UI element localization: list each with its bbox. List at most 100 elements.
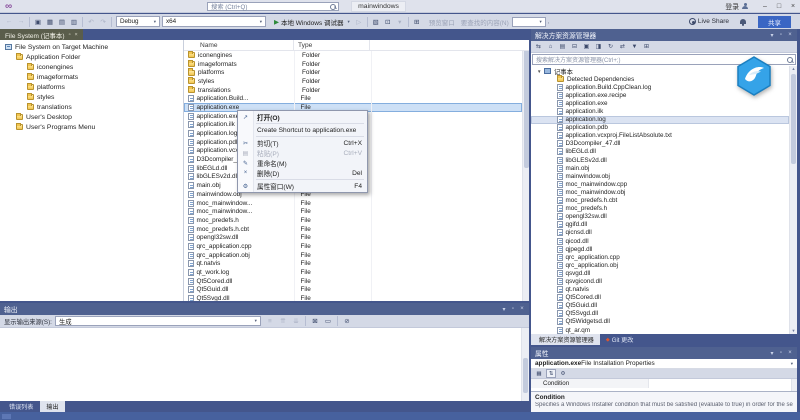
moc_mainwindow...[interactable]: moc_mainwindow... File [184,207,522,216]
fs-tree-item[interactable]: platforms [0,82,183,92]
show-all-files-icon[interactable]: ▤ [557,42,568,52]
menu-item-cut[interactable]: ✂ 剪切(T) Ctrl+X [238,138,367,149]
solution-tree-item[interactable]: main.obj [531,164,789,172]
output-scrollbar[interactable] [521,328,529,401]
window-position-icon[interactable]: ▾ [501,306,507,313]
solution-tree-item[interactable]: qrc_application.cpp [531,253,789,261]
stop-monitoring-icon[interactable]: ⊘ [341,316,353,327]
qrc_application.cpp[interactable]: qrc_application.cpp File [184,242,522,251]
Qt5Guid.dll[interactable]: Qt5Guid.dll File [184,286,522,295]
column-header-type[interactable]: Type [294,40,370,51]
solution-tree-item[interactable]: qgifd.dll [531,221,789,229]
window-position-icon[interactable]: ▾ [769,350,775,357]
word-wrap-icon[interactable]: ▭ [322,316,334,327]
sign-in-button[interactable]: 登录 [725,1,748,11]
undo-icon[interactable]: ↶ [85,16,97,27]
application.Build...[interactable]: application.Build... File [184,94,522,103]
filter-icon[interactable]: ▼ [629,42,640,52]
fs-tree-item[interactable]: User's Programs Menu [0,122,183,132]
solution-tree-item[interactable]: Qt5Widgetsd.dll [531,318,789,326]
moc_predefs.h.cbt[interactable]: moc_predefs.h.cbt File [184,225,522,234]
fs-tree-item[interactable]: File System on Target Machine [0,42,183,52]
next-message-icon[interactable]: ⇊ [290,316,302,327]
start-debugging-button[interactable]: ▶ 本地 Windows 调试器 [271,16,353,28]
solution-configuration-select[interactable]: Debug [116,16,160,27]
new-project-icon[interactable]: ▣ [32,16,44,27]
toolbar-icon[interactable] [336,316,338,326]
fs-tree-item[interactable]: styles [0,92,183,102]
share-button[interactable]: 共享 [758,15,791,28]
clear-all-icon[interactable]: ⊠ [309,316,321,327]
menu-item-create-shortcut[interactable]: Create Shortcut to application.exe [238,125,367,135]
solution-tree-item[interactable]: D3Dcompiler_47.dll [531,140,789,148]
toolbar-icon[interactable] [407,16,409,27]
solution-tree-item[interactable]: qt_ar.qm [531,326,789,334]
messages-icon[interactable]: ≡ [264,316,276,327]
opengl32sw.dll[interactable]: opengl32sw.dll File [184,233,522,242]
solution-tree-item[interactable]: Qt5Cored.dll [531,294,789,302]
solution-tree-item[interactable]: Qt5Guid.dll [531,302,789,310]
moc_predefs.h[interactable]: moc_predefs.h File [184,216,522,225]
fs-tree-item[interactable]: Application Folder [0,52,183,62]
solution-tree-item[interactable]: qt.natvis [531,286,789,294]
close-button[interactable]: × [786,0,800,13]
tab-error-list[interactable]: 错误列表 [3,401,39,412]
menu-item-open[interactable]: ↗ 打开(O) [238,112,367,123]
tab-file-system[interactable]: File System (记事本) ▫ × [0,29,83,40]
styles[interactable]: styles Folder [184,76,522,86]
properties-object-select[interactable]: application.exe File Installation Proper… [531,359,797,369]
alphabetical-icon[interactable]: ⇅ [546,369,556,378]
fs-tree-item[interactable]: User's Desktop [0,112,183,122]
column-header-name[interactable]: Name [184,40,294,51]
toolbar-icon[interactable] [82,16,83,27]
platforms[interactable]: platforms Folder [184,68,522,77]
toolbar-icon[interactable] [366,16,368,27]
moc_mainwindow...[interactable]: moc_mainwindow... File [184,199,522,208]
solution-tree-item[interactable]: qsvgd.dll [531,269,789,277]
property-pages-icon[interactable]: ⚙ [558,369,568,378]
solution-tree-item[interactable]: qsvgicond.dll [531,277,789,285]
switch-views-icon[interactable]: ⇆ [533,42,544,52]
solution-tree-item[interactable]: libEGLd.dll [531,148,789,156]
preview-selected-icon[interactable]: ◨ [593,42,604,52]
fs-tree-item[interactable]: translations [0,102,183,112]
solution-tree-scrollbar[interactable]: ▲ ▼ [789,66,797,334]
menu-item-properties-window[interactable]: ⚙ 属性窗口(W) F4 [238,181,367,192]
maximize-button[interactable]: □ [772,0,786,13]
solution-tree-item[interactable]: opengl32sw.dll [531,213,789,221]
close-tab-icon[interactable]: × [75,32,78,38]
toolbar-options-icon[interactable]: ‚ [548,18,550,25]
solution-tree-item[interactable]: qrc_application.obj [531,261,789,269]
pin-icon[interactable]: ▫ [510,306,516,313]
forward-icon[interactable]: → [15,16,27,27]
solution-tree-item[interactable]: qicod.dll [531,237,789,245]
file-list-scrollbar[interactable] [522,40,529,301]
menu-item-rename[interactable]: ✎ 重命名(M) [238,158,367,169]
minimize-button[interactable]: – [758,0,772,13]
menu-item-delete[interactable]: × 删除(D) Del [238,168,367,179]
close-panel-icon[interactable]: × [787,32,793,39]
back-icon[interactable]: ← [3,16,15,27]
new-folder-icon[interactable]: ⊞ [641,42,652,52]
home-icon[interactable]: ⌂ [545,42,556,52]
pin-icon[interactable]: ▫ [778,350,784,357]
qt.natvis[interactable]: qt.natvis File [184,260,522,269]
solution-tree-item[interactable]: moc_predefs.h.cbt [531,197,789,205]
solution-tree-item[interactable]: libGLESv2d.dll [531,156,789,164]
property-row[interactable]: Condition [531,379,797,388]
window-position-icon[interactable]: ▾ [769,32,775,39]
tab-solution-explorer[interactable]: 解决方案资源管理器 [531,334,600,345]
solution-platform-select[interactable]: x64 [162,16,266,27]
solution-tree-item[interactable]: application.vcxproj.FileListAbsolute.txt [531,132,789,140]
fs-tree-item[interactable]: imageformats [0,72,183,82]
navigate-window-icon[interactable]: ⊞ [411,16,423,27]
Qt5Cored.dll[interactable]: Qt5Cored.dll File [184,277,522,286]
fs-tree-item[interactable]: iconengines [0,62,183,72]
breakpoints-window-icon[interactable]: ⊡ [382,16,394,27]
save-icon[interactable]: ▤ [56,16,68,27]
find-combo[interactable] [511,16,546,27]
imageformats[interactable]: imageformats Folder [184,59,522,69]
sync-active-document-icon[interactable]: ⇄ [617,42,628,52]
solution-tree-item[interactable]: application.exe [531,99,789,107]
toolbar-overflow-icon[interactable]: ▾ [394,16,406,27]
